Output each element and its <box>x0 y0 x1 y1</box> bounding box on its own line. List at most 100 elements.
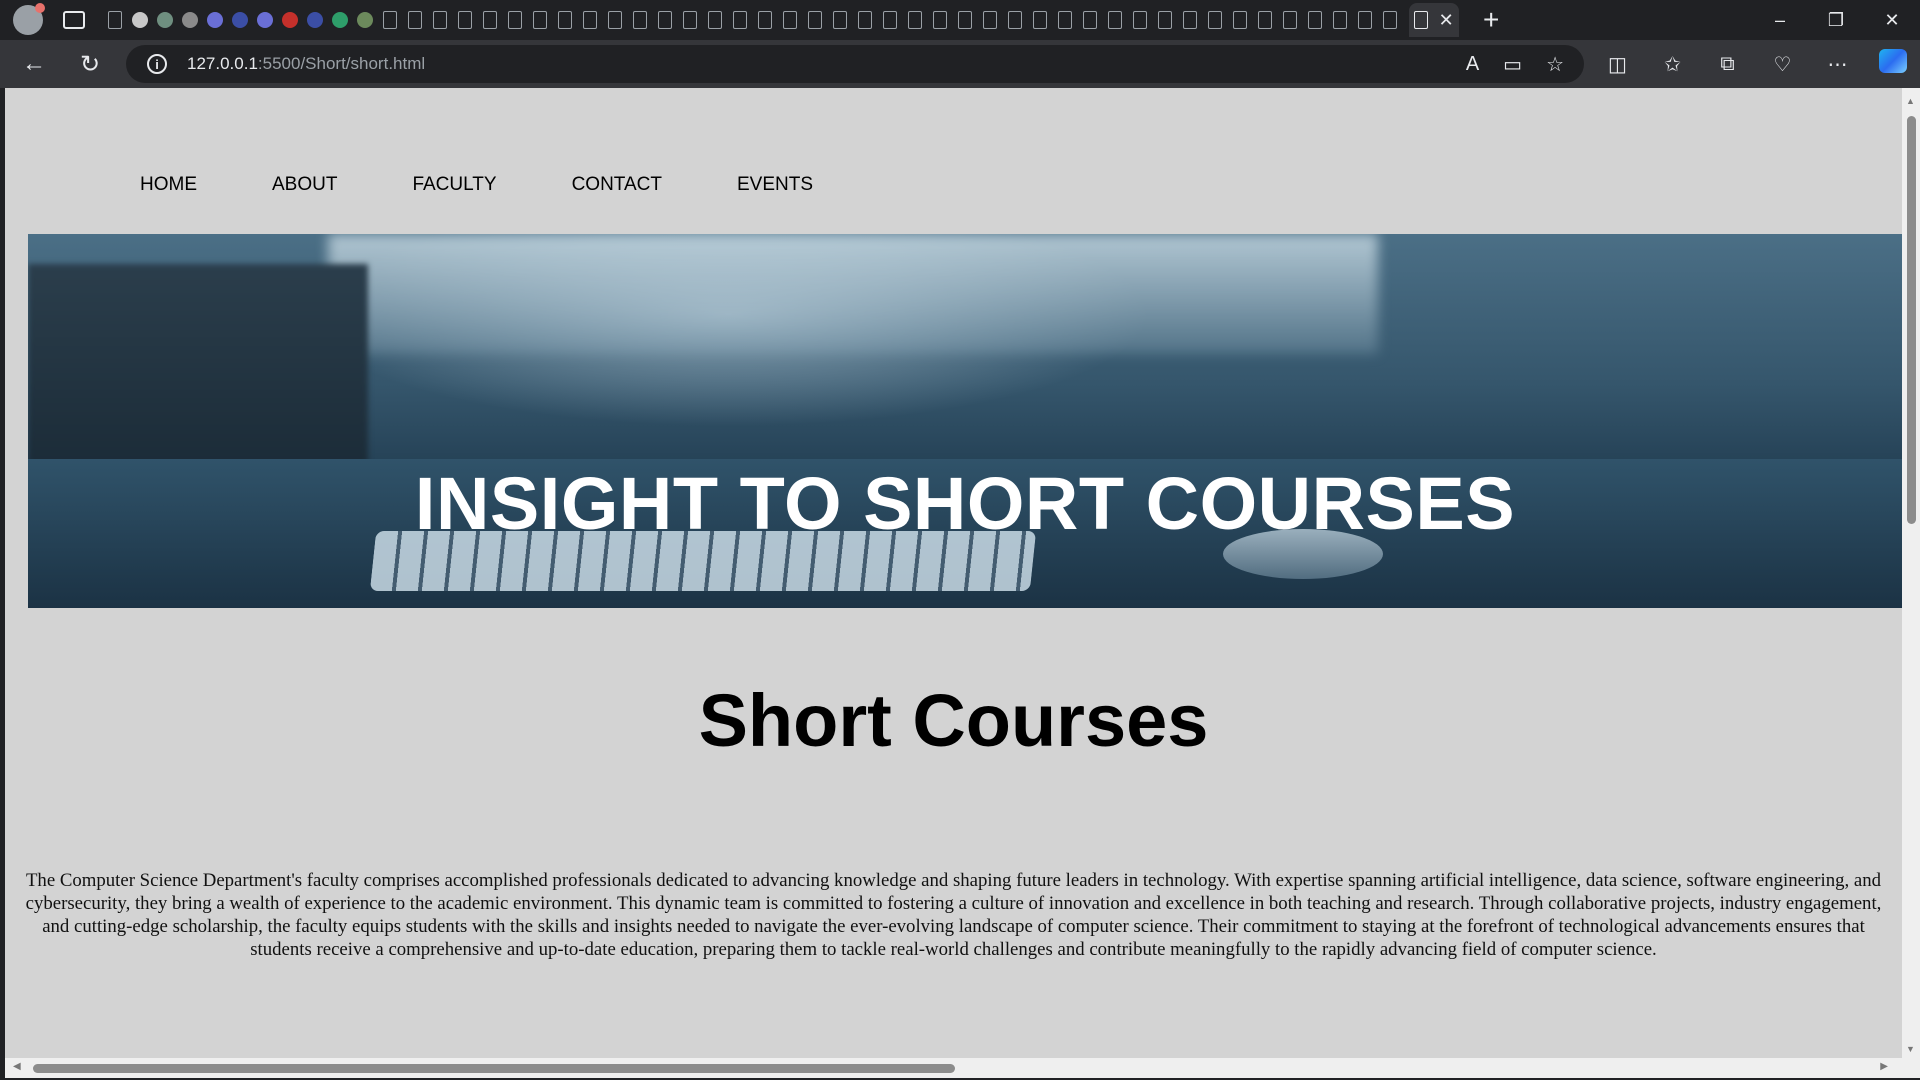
scroll-left-icon[interactable]: ◀ <box>13 1061 21 1072</box>
browser-tab[interactable] <box>1030 9 1049 31</box>
browser-tab[interactable] <box>1105 9 1124 31</box>
scroll-up-icon[interactable]: ▲ <box>1906 96 1915 106</box>
browser-tab[interactable] <box>630 9 649 31</box>
nav-events[interactable]: EVENTS <box>737 174 813 196</box>
document-icon <box>632 11 647 29</box>
browser-tab[interactable] <box>355 9 374 31</box>
nav-contact[interactable]: CONTACT <box>572 174 662 196</box>
browser-tab[interactable] <box>655 9 674 31</box>
browser-tab[interactable] <box>805 9 824 31</box>
browser-tab[interactable] <box>1155 9 1174 31</box>
scroll-down-icon[interactable]: ▼ <box>1906 1044 1915 1054</box>
vertical-scroll-thumb[interactable] <box>1907 116 1916 524</box>
scroll-right-icon[interactable]: ▶ <box>1880 1061 1888 1072</box>
browser-tab[interactable] <box>105 9 124 31</box>
document-icon <box>557 11 572 29</box>
favorite-star-icon[interactable]: ☆ <box>1546 52 1564 77</box>
page-viewport: HOME ABOUT FACULTY CONTACT EVENTS INSIGH… <box>5 88 1920 1078</box>
browser-tab[interactable] <box>980 9 999 31</box>
browser-tab[interactable] <box>1255 9 1274 31</box>
browser-tab[interactable] <box>1330 9 1349 31</box>
document-icon <box>407 11 422 29</box>
browser-tab[interactable] <box>605 9 624 31</box>
browser-tab[interactable] <box>130 9 149 31</box>
browser-tab[interactable] <box>455 9 474 31</box>
browser-tab[interactable] <box>1280 9 1299 31</box>
browser-tab[interactable] <box>1380 9 1399 31</box>
horizontal-scroll-thumb[interactable] <box>33 1064 955 1073</box>
youtube-icon <box>281 12 298 28</box>
browser-tab[interactable] <box>480 9 499 31</box>
nav-home[interactable]: HOME <box>140 174 197 196</box>
browser-tab[interactable] <box>955 9 974 31</box>
browser-tab[interactable] <box>930 9 949 31</box>
browser-tab[interactable] <box>230 9 249 31</box>
browser-tab[interactable] <box>580 9 599 31</box>
reload-icon[interactable]: ↻ <box>70 44 110 84</box>
browser-tab[interactable] <box>905 9 924 31</box>
browser-tab[interactable] <box>830 9 849 31</box>
document-icon <box>1307 11 1322 29</box>
split-screen-icon[interactable]: ◫ <box>1590 52 1645 77</box>
vertical-scrollbar[interactable]: ▲ ▼ <box>1902 88 1920 1058</box>
browser-tab[interactable] <box>430 9 449 31</box>
close-tab-icon[interactable]: ✕ <box>1439 10 1454 31</box>
document-icon <box>1082 11 1097 29</box>
tab-actions-icon[interactable] <box>63 11 85 29</box>
immersive-reader-icon[interactable]: ▭ <box>1503 52 1522 77</box>
browser-tab[interactable] <box>855 9 874 31</box>
active-browser-tab[interactable]: ✕ <box>1409 3 1459 37</box>
browser-tab[interactable] <box>880 9 899 31</box>
browser-tab[interactable] <box>1180 9 1199 31</box>
browser-tab[interactable] <box>780 9 799 31</box>
browser-tab[interactable] <box>1080 9 1099 31</box>
copilot-icon[interactable] <box>1865 49 1920 79</box>
back-arrow-icon[interactable]: ← <box>14 44 54 84</box>
browser-tab[interactable] <box>205 9 224 31</box>
document-icon <box>457 11 472 29</box>
document-icon <box>1332 11 1347 29</box>
collections-icon[interactable]: ⧉ <box>1700 53 1755 76</box>
browser-essentials-icon[interactable]: ♡ <box>1755 52 1810 77</box>
browser-tab[interactable] <box>530 9 549 31</box>
browser-tab[interactable] <box>755 9 774 31</box>
browser-tab[interactable] <box>155 9 174 31</box>
url-text[interactable]: 127.0.0.1:5500/Short/short.html <box>187 54 425 74</box>
browser-tab[interactable] <box>255 9 274 31</box>
browser-tab[interactable] <box>505 9 524 31</box>
browser-tab[interactable] <box>680 9 699 31</box>
browser-tab[interactable] <box>1355 9 1374 31</box>
favorites-icon[interactable]: ✩ <box>1645 52 1700 77</box>
browser-tab[interactable] <box>555 9 574 31</box>
site-info-icon[interactable]: i <box>147 54 167 74</box>
restore-icon[interactable]: ❐ <box>1808 0 1864 40</box>
hero-banner: INSIGHT TO SHORT COURSES <box>28 234 1902 608</box>
horizontal-scrollbar[interactable]: ◀ ▶ <box>5 1058 1920 1078</box>
document-icon <box>982 11 997 29</box>
browser-tab[interactable] <box>1055 9 1074 31</box>
minimize-icon[interactable]: – <box>1752 0 1808 40</box>
browser-tab[interactable] <box>1005 9 1024 31</box>
browser-tab[interactable] <box>180 9 199 31</box>
more-menu-icon[interactable]: ⋯ <box>1810 52 1865 77</box>
browser-tab[interactable] <box>1230 9 1249 31</box>
new-tab-icon[interactable]: + <box>1483 6 1499 34</box>
address-bar[interactable]: i 127.0.0.1:5500/Short/short.html A ▭ ☆ <box>126 45 1584 83</box>
browser-tab[interactable] <box>305 9 324 31</box>
nav-about[interactable]: ABOUT <box>272 174 337 196</box>
browser-tab[interactable] <box>705 9 724 31</box>
browser-tab[interactable] <box>405 9 424 31</box>
browser-tab[interactable] <box>280 9 299 31</box>
nav-faculty[interactable]: FACULTY <box>412 174 496 196</box>
browser-tab[interactable] <box>730 9 749 31</box>
browser-tab[interactable] <box>330 9 349 31</box>
browser-tab[interactable] <box>1205 9 1224 31</box>
read-aloud-icon[interactable]: A <box>1466 53 1479 76</box>
browser-tab[interactable] <box>380 9 399 31</box>
address-bar-actions: A ▭ ☆ <box>1466 45 1564 83</box>
close-window-icon[interactable]: ✕ <box>1864 0 1920 40</box>
profile-avatar-icon[interactable] <box>13 3 45 35</box>
browser-tab[interactable] <box>1130 9 1149 31</box>
browser-tab[interactable] <box>1305 9 1324 31</box>
url-host: 127.0.0.1 <box>187 54 258 73</box>
